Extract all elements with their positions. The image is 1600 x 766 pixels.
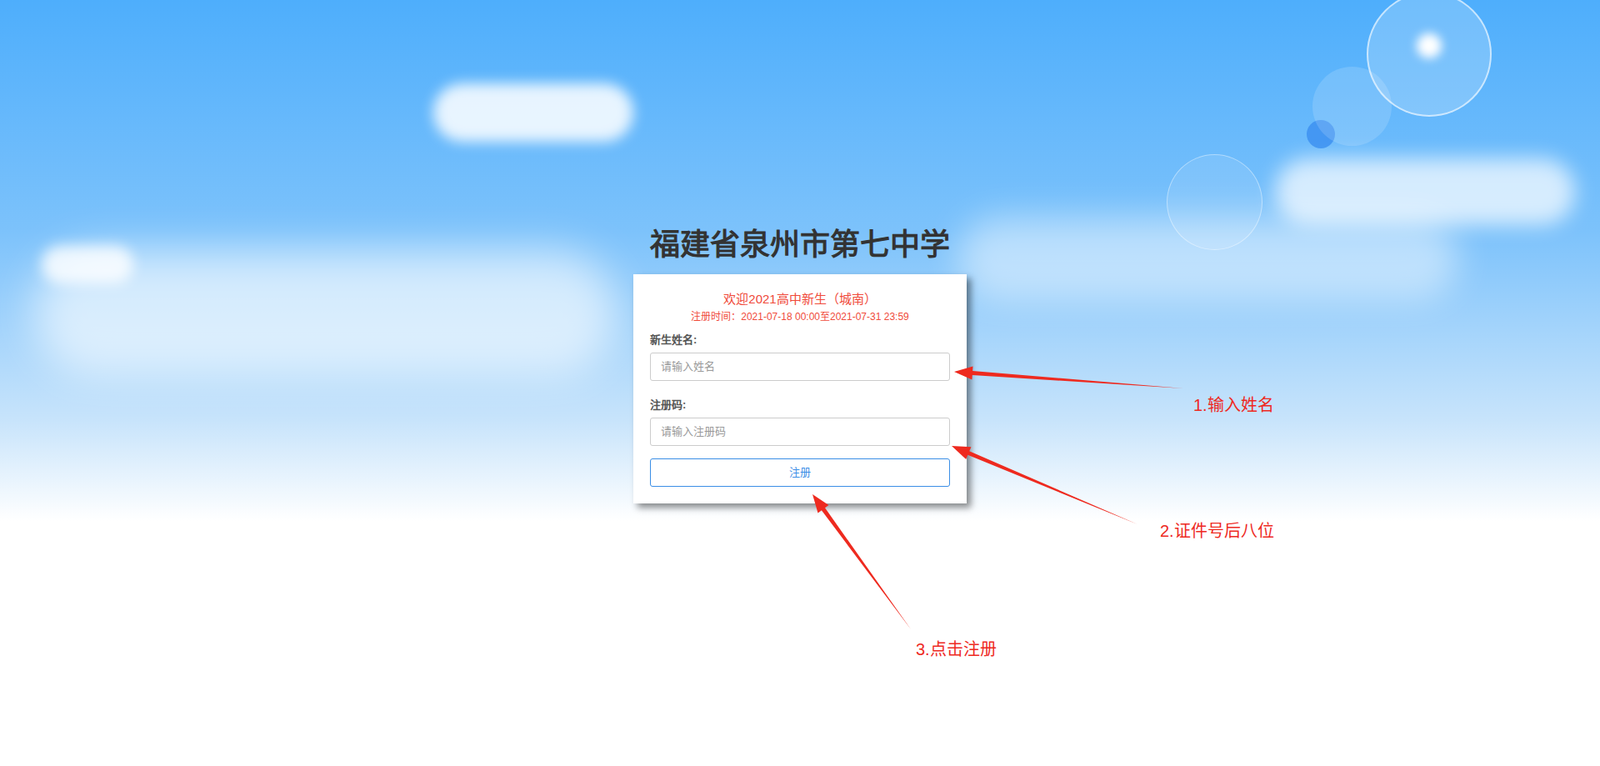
register-button[interactable]: 注册 xyxy=(650,458,950,487)
welcome-text: 欢迎2021高中新生（城南） xyxy=(650,290,950,308)
field-label: 注册码: xyxy=(650,397,950,413)
cloud xyxy=(433,83,634,142)
register-card: 欢迎2021高中新生（城南）注册时间：2021-07-18 00:00至2021… xyxy=(633,274,967,504)
annotation-label: 2.证件号后八位 xyxy=(1160,520,1275,541)
register-period: 注册时间：2021-07-18 00:00至2021-07-31 23:59 xyxy=(650,309,950,325)
annotation-label: 1.输入姓名 xyxy=(1193,395,1275,415)
arrow-icon xyxy=(951,445,1138,525)
page: 福建省泉州市第七中学欢迎2021高中新生（城南）注册时间：2021-07-18 … xyxy=(0,0,1600,766)
lens-flare-icon xyxy=(1312,66,1392,146)
annotation-arrows xyxy=(0,0,1600,766)
register-area: 福建省泉州市第七中学欢迎2021高中新生（城南）注册时间：2021-07-18 … xyxy=(0,0,1600,504)
cloud xyxy=(1275,158,1575,225)
arrow-icon xyxy=(812,494,911,630)
lens-flare-icon xyxy=(1166,154,1263,250)
annotation-label: 3.点击注册 xyxy=(915,639,997,660)
sun-icon xyxy=(1416,33,1442,59)
field-label: 新生姓名: xyxy=(650,332,950,348)
name-input[interactable] xyxy=(650,352,950,381)
school-title: 福建省泉州市第七中学 xyxy=(650,226,950,264)
cloud xyxy=(41,245,134,284)
code-input[interactable] xyxy=(650,417,950,446)
arrow-icon xyxy=(954,366,1184,389)
